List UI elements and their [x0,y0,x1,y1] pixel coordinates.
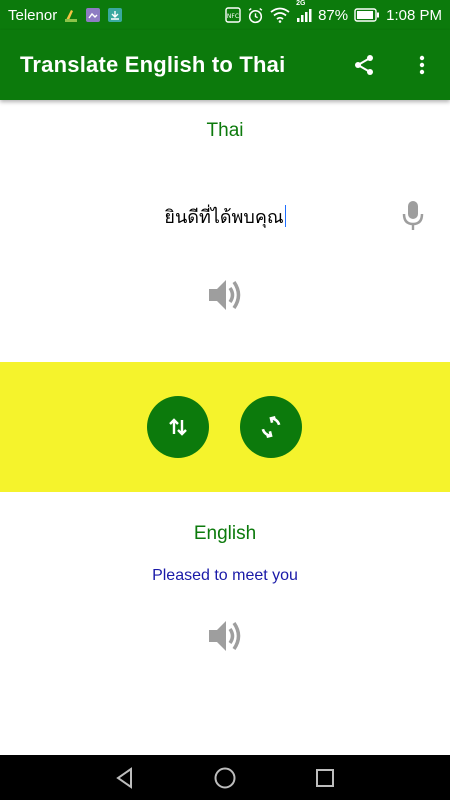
translated-text: Pleased to meet you [152,567,298,584]
swap-languages-button[interactable] [147,396,209,458]
home-circle-icon [214,767,236,789]
network-type: 2G [296,0,306,7]
target-speaker-button[interactable] [205,616,245,656]
system-nav-bar [0,755,450,800]
app-bar: Translate English to Thai [0,30,450,100]
refresh-icon [261,415,281,439]
home-button[interactable] [210,763,240,793]
back-button[interactable] [110,763,140,793]
target-language-label: English [193,523,257,544]
carrier-name: Telenor [8,6,58,24]
mic-button[interactable] [398,198,428,234]
share-icon [355,55,373,75]
controls-band [0,362,450,492]
cleaner-icon [63,7,79,23]
signal-icon: 2G [296,0,312,23]
speaker-icon [209,280,241,310]
clock: 1:08 PM [386,6,442,24]
swap-vertical-icon [169,418,187,436]
alarm-icon [247,7,264,24]
back-triangle-icon [116,767,132,789]
text-cursor [284,205,286,227]
source-text-input[interactable]: ยินดีที่ได้พบคุณ [0,202,450,231]
download-icon [107,7,123,23]
speaker-icon [209,621,241,651]
wifi-icon [270,7,290,23]
more-vert-icon [419,55,425,75]
gallery-icon [85,7,101,23]
app-title: Translate English to Thai [20,52,286,77]
share-button[interactable] [346,47,382,83]
microphone-icon [402,201,424,230]
source-text: ยินดีที่ได้พบคุณ [164,207,284,228]
nfc-icon: NFC [225,7,241,23]
status-bar: Telenor NFC 2G 87% 1:08 PM [0,0,450,30]
overflow-menu-button[interactable] [404,47,440,83]
recents-square-icon [316,769,334,787]
source-speaker-button[interactable] [205,275,245,315]
battery-percent: 87% [318,6,349,24]
battery-icon [354,8,380,22]
source-language-label: Thai [206,120,244,141]
translate-button[interactable] [240,396,302,458]
recents-button[interactable] [310,763,340,793]
svg-text:NFC: NFC [227,13,239,20]
